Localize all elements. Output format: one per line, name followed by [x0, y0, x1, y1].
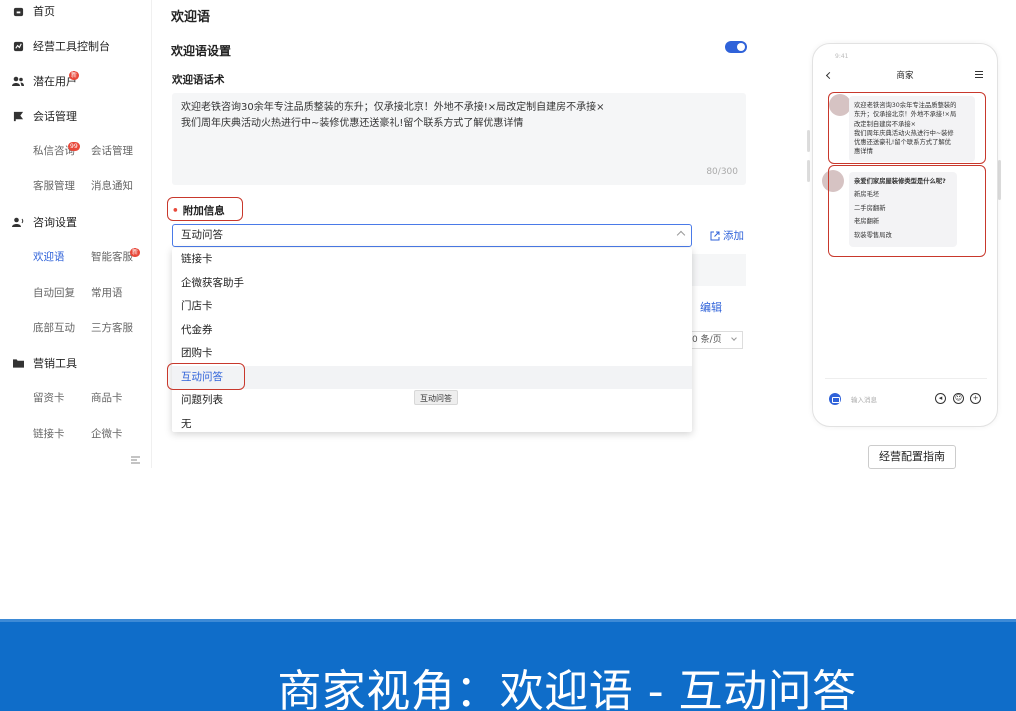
sidebar-item-sessions[interactable]: 会话管理 — [91, 142, 133, 160]
welcome-toggle[interactable] — [725, 41, 747, 53]
tooltip: 互动问答 — [414, 390, 458, 405]
users-icon — [12, 75, 24, 87]
dropdown-option[interactable]: 企微获客助手 — [172, 272, 692, 296]
highlight-box — [828, 165, 986, 257]
nav-dashboard[interactable]: 经营工具控制台 — [12, 36, 110, 56]
add-button[interactable]: 添加 — [710, 228, 744, 243]
phone-status-time: 9:41 — [835, 53, 849, 60]
select-value: 互动问答 — [181, 229, 223, 241]
voice-icon[interactable]: ◂ — [935, 393, 946, 404]
nav-home-label: 首页 — [33, 5, 55, 18]
nav-potential-users[interactable]: 潜在用户 — [12, 71, 77, 91]
folder-icon — [12, 357, 24, 369]
sidebar: 首页 经营工具控制台 潜在用户 新 会话管理 私信咨询 99 会话管理 客服管理… — [0, 0, 152, 468]
dropdown-option[interactable]: 代金券 — [172, 319, 692, 343]
phone-side-button — [807, 130, 810, 152]
highlight-box — [828, 92, 986, 164]
sidebar-item-product-card[interactable]: 商品卡 — [91, 389, 123, 407]
dropdown-option[interactable]: 无 — [172, 413, 692, 437]
divider — [825, 378, 987, 379]
nav-session-label: 会话管理 — [33, 110, 77, 123]
phone-side-button — [998, 160, 1001, 200]
new-badge: 新 — [130, 248, 141, 257]
sidebar-item-notifications[interactable]: 消息通知 — [91, 177, 133, 195]
script-line: 欢迎老铁咨询30余年专注品质整装的东升；仅承接北京！外地不承接!×局改定制自建房… — [181, 102, 605, 113]
add-label: 添加 — [723, 230, 744, 242]
edit-button[interactable]: 编辑 — [700, 299, 722, 315]
nav-home[interactable]: 首页 — [12, 1, 55, 21]
highlight-box — [167, 197, 243, 221]
dropdown-option[interactable]: 团购卡 — [172, 342, 692, 366]
sidebar-item-wecom-card[interactable]: 企微卡 — [91, 425, 123, 443]
input-placeholder: 输入消息 — [851, 396, 877, 404]
dropdown-option-selected[interactable]: 互动问答 — [172, 365, 692, 389]
page-size-value: 0 条/页 — [692, 335, 722, 345]
sidebar-item-bottom-interaction[interactable]: 底部互动 — [33, 319, 75, 337]
dashboard-icon — [12, 40, 24, 52]
script-line: 我们周年庆典活动火热进行中~装修优惠还送豪礼!留个联系方式了解优惠详情 — [181, 117, 524, 129]
nav-marketing-label: 营销工具 — [33, 357, 77, 370]
count-badge: 99 — [68, 142, 80, 151]
chevron-down-icon — [731, 335, 737, 341]
caption-text: 商家视角：欢迎语 - 互动问答 — [277, 666, 857, 711]
menu-icon — [975, 71, 983, 78]
sidebar-item-third-party[interactable]: 三方客服 — [91, 319, 133, 337]
chevron-up-icon — [676, 230, 686, 240]
nav-dashboard-label: 经营工具控制台 — [33, 40, 110, 53]
external-link-icon — [710, 231, 720, 241]
emoji-icon[interactable]: ☺ — [953, 393, 964, 404]
sidebar-item-smart-agent[interactable]: 智能客服 — [91, 248, 133, 266]
phone-title: 商家 — [896, 71, 914, 81]
page-size-select[interactable]: 0 条/页 — [689, 331, 743, 349]
home-icon — [12, 5, 24, 17]
collapse-icon[interactable] — [130, 455, 141, 465]
table-row-bg — [691, 254, 746, 286]
script-label: 欢迎语话术 — [172, 74, 225, 86]
highlight-box — [167, 363, 245, 390]
dropdown-option[interactable]: 链接卡 — [172, 248, 692, 272]
dropdown-option[interactable]: 门店卡 — [172, 295, 692, 319]
camera-icon[interactable] — [829, 393, 841, 405]
sidebar-item-agents[interactable]: 客服管理 — [33, 177, 75, 195]
sidebar-item-auto-reply[interactable]: 自动回复 — [33, 284, 75, 302]
phone-message-input[interactable]: 输入消息 ◂ ☺ + — [829, 391, 989, 407]
sidebar-item-phrases[interactable]: 常用语 — [91, 284, 123, 302]
flag-icon — [12, 110, 24, 122]
extra-info-select[interactable]: 互动问答 — [172, 224, 692, 247]
nav-session-management[interactable]: 会话管理 — [12, 106, 77, 126]
plus-icon[interactable]: + — [970, 393, 981, 404]
sidebar-item-welcome[interactable]: 欢迎语 — [33, 248, 65, 266]
user-settings-icon — [12, 216, 24, 228]
sidebar-item-lead-card[interactable]: 留资卡 — [33, 389, 65, 407]
welcome-script-textarea[interactable]: 欢迎老铁咨询30余年专注品质整装的东升；仅承接北京！外地不承接!×局改定制自建房… — [172, 93, 746, 185]
nav-consult-label: 咨询设置 — [33, 216, 77, 229]
config-guide-button[interactable]: 经营配置指南 — [868, 445, 956, 469]
page-title: 欢迎语 — [171, 10, 211, 25]
nav-marketing-tools[interactable]: 营销工具 — [12, 353, 77, 373]
section-title: 欢迎语设置 — [171, 44, 232, 58]
char-counter: 80/300 — [706, 166, 738, 177]
phone-side-button — [807, 160, 810, 182]
nav-consult-settings[interactable]: 咨询设置 — [12, 212, 77, 232]
new-badge: 新 — [69, 71, 80, 80]
sidebar-item-link-card[interactable]: 链接卡 — [33, 425, 65, 443]
